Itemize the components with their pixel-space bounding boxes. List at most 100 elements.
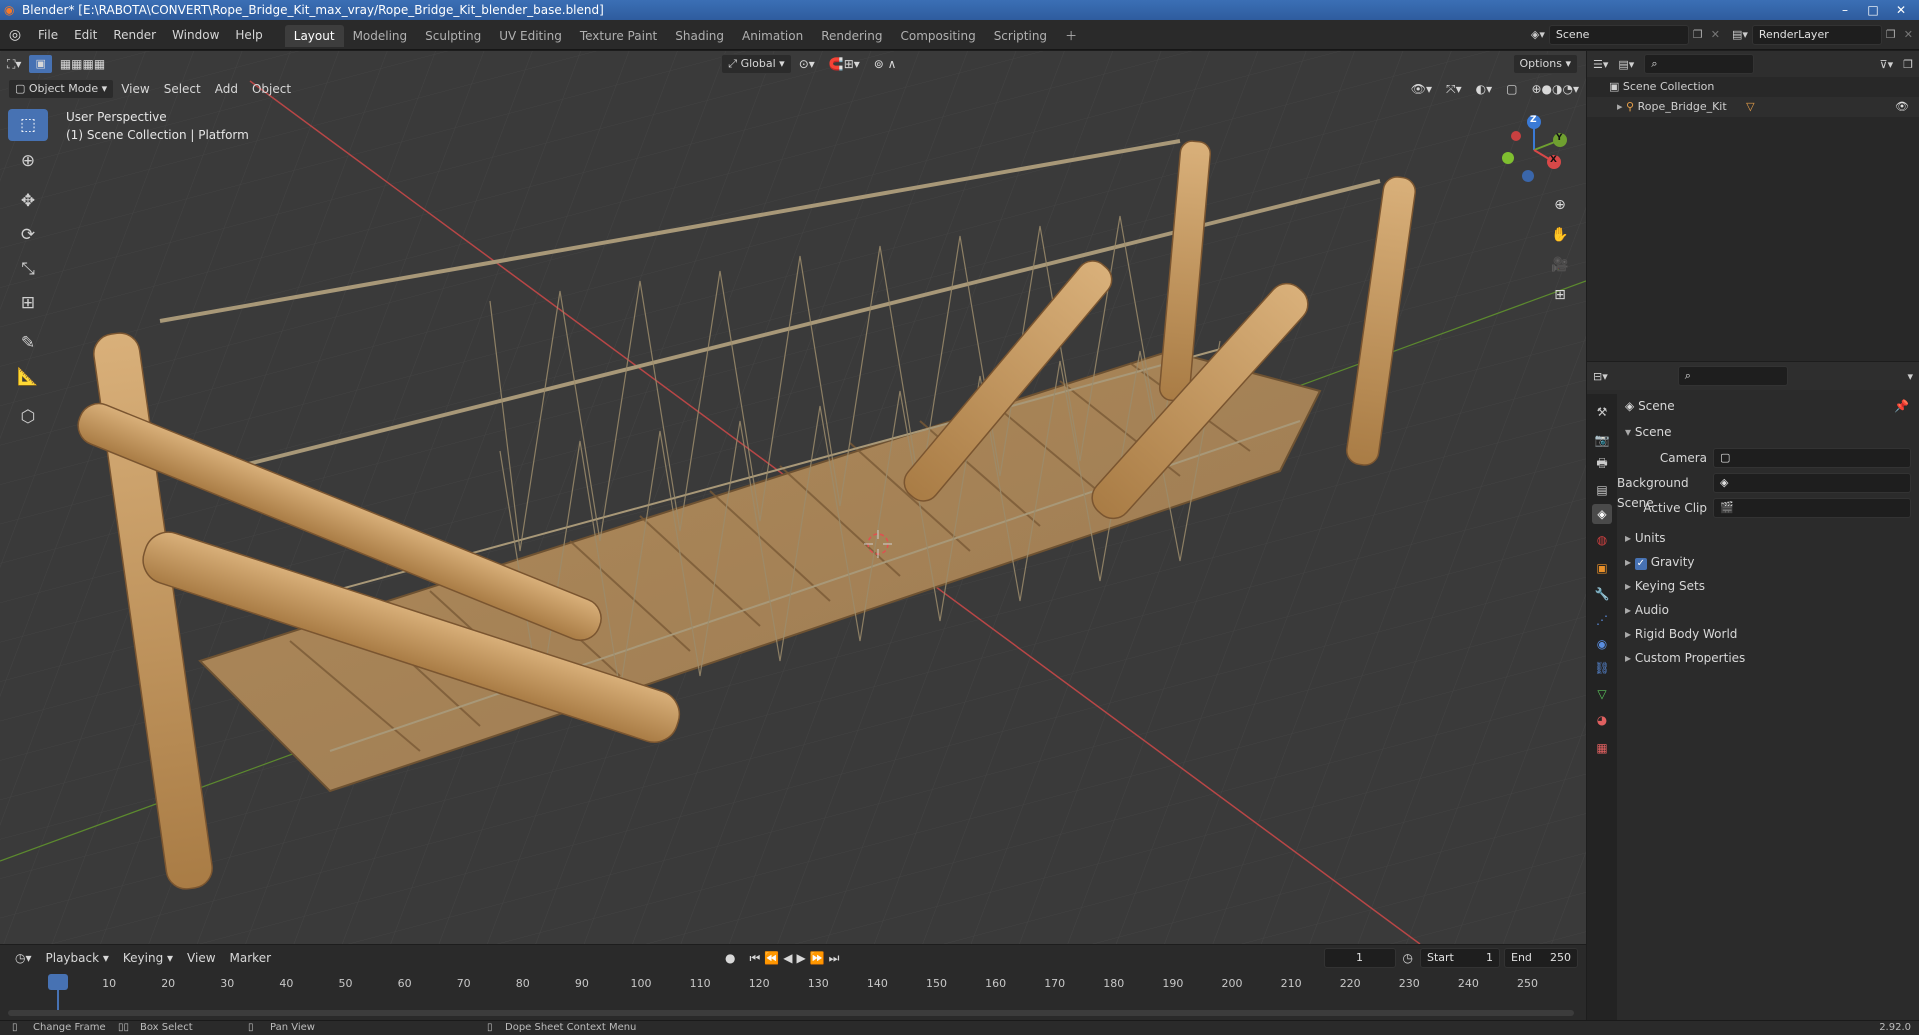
section-gravity[interactable]: ▸ ✓ Gravity [1617, 552, 1919, 572]
tab-uv-editing[interactable]: UV Editing [490, 25, 571, 47]
menu-window[interactable]: Window [164, 20, 227, 50]
renderlayer-browse-icon[interactable]: ▤▾ [1724, 28, 1752, 41]
section-rigid-body-world[interactable]: ▸ Rigid Body World [1617, 624, 1919, 644]
move-tool-icon[interactable]: ✥ [8, 185, 48, 217]
mode-dropdown[interactable]: ▢ Object Mode ▾ [8, 79, 115, 99]
outliner-row-scene-collection[interactable]: ▣ Scene Collection [1587, 77, 1919, 97]
annotate-tool-icon[interactable]: ✎ [8, 327, 48, 359]
blender-menu-icon[interactable]: ◎ [0, 27, 30, 43]
close-button[interactable]: ✕ [1887, 0, 1915, 20]
3d-viewport[interactable] [0, 51, 1586, 944]
shading-modes-icons[interactable]: ⊕●◑◔▾ [1525, 79, 1587, 99]
menu-render[interactable]: Render [105, 20, 164, 50]
menu-select[interactable]: Select [157, 79, 208, 99]
object-tab-icon[interactable]: ▣ [1592, 558, 1612, 578]
overlay-toggle-icon[interactable]: ◐▾ [1469, 79, 1500, 99]
display-mode-icon[interactable]: ▤▾ [1618, 58, 1634, 71]
menu-edit[interactable]: Edit [66, 20, 105, 50]
tab-modeling[interactable]: Modeling [344, 25, 417, 47]
timeline-scrollbar[interactable] [8, 1010, 1574, 1016]
menu-add[interactable]: Add [208, 79, 245, 99]
menu-file[interactable]: File [30, 20, 66, 50]
xray-icon[interactable]: ▢ [1499, 79, 1524, 99]
measure-tool-icon[interactable]: 📐 [8, 361, 48, 393]
rotate-tool-icon[interactable]: ⟳ [8, 219, 48, 251]
view-layer-tab-icon[interactable]: ▤ [1592, 480, 1612, 500]
add-workspace-icon[interactable]: ＋ [1056, 25, 1086, 47]
renderlayer-delete-icon[interactable]: ✕ [1900, 28, 1919, 41]
texture-tab-icon[interactable]: ▦ [1592, 738, 1612, 758]
properties-options-icon[interactable]: ▾ [1907, 370, 1913, 383]
tab-sculpting[interactable]: Sculpting [416, 25, 490, 47]
properties-editor-type-icon[interactable]: ⊟▾ [1593, 370, 1608, 383]
menu-view[interactable]: View [114, 79, 156, 99]
tab-texture-paint[interactable]: Texture Paint [571, 25, 666, 47]
playhead[interactable] [48, 974, 68, 990]
tab-shading[interactable]: Shading [666, 25, 733, 47]
tab-animation[interactable]: Animation [733, 25, 812, 47]
filter-icon[interactable]: ⊽▾ [1880, 58, 1894, 71]
expand-arrow-icon[interactable]: ▸ [1617, 100, 1623, 113]
renderlayer-field[interactable]: RenderLayer [1751, 24, 1882, 45]
outliner-editor-type-icon[interactable]: ☰▾ [1593, 58, 1608, 71]
properties-search-input[interactable]: ⌕ [1677, 366, 1788, 386]
particles-tab-icon[interactable]: ⋰ [1592, 610, 1612, 630]
tab-layout[interactable]: Layout [284, 24, 344, 47]
section-units[interactable]: ▸ Units [1617, 528, 1919, 548]
camera-view-icon[interactable]: 🎥 [1547, 252, 1573, 278]
section-custom-properties[interactable]: ▸ Custom Properties [1617, 648, 1919, 668]
selection-mode-icons[interactable]: ▦▦▦▦ [53, 54, 112, 74]
transform-tool-icon[interactable]: ⊞ [8, 287, 48, 319]
constraints-tab-icon[interactable]: ⛓ [1592, 658, 1612, 678]
pan-hand-icon[interactable]: ✋ [1547, 222, 1573, 248]
panel-header-scene[interactable]: ▾ Scene [1617, 422, 1919, 442]
frame-ruler[interactable]: 1102030405060708090100110120130140150160… [0, 945, 1586, 1020]
scene-new-icon[interactable]: ❐ [1689, 28, 1707, 41]
material-tab-icon[interactable]: ◕ [1592, 710, 1612, 730]
renderlayer-new-icon[interactable]: ❐ [1882, 28, 1900, 41]
scene-delete-icon[interactable]: ✕ [1707, 28, 1724, 41]
physics-tab-icon[interactable]: ◉ [1592, 634, 1612, 654]
scene-field[interactable]: Scene [1548, 24, 1689, 45]
outliner-search-input[interactable]: ⌕ [1644, 54, 1755, 74]
pivot-icon[interactable]: ⊙▾ [792, 54, 822, 74]
add-cube-tool-icon[interactable]: ⬡ [8, 401, 48, 433]
data-tab-icon[interactable]: ▽ [1592, 684, 1612, 704]
select-tool-icon[interactable]: ⬚ [8, 109, 48, 141]
pin-icon[interactable]: 📌 [1894, 396, 1909, 416]
scale-tool-icon[interactable]: ⤡ [8, 253, 48, 285]
maximize-button[interactable]: □ [1859, 0, 1887, 20]
section-keying-sets[interactable]: ▸ Keying Sets [1617, 576, 1919, 596]
menu-help[interactable]: Help [227, 20, 270, 50]
navigation-gizmo[interactable]: Z Y X [1494, 110, 1574, 190]
section-audio[interactable]: ▸ Audio [1617, 600, 1919, 620]
background-scene-field[interactable]: ◈ [1713, 473, 1911, 493]
menu-object[interactable]: Object [245, 79, 298, 99]
select-box-icon[interactable]: ▣ [28, 54, 53, 74]
transform-orientation-dropdown[interactable]: ⤢ Global ▾ [721, 54, 792, 74]
scene-browse-icon[interactable]: ◈▾ [1527, 28, 1549, 41]
new-collection-icon[interactable]: ❐ [1903, 58, 1913, 71]
gravity-checkbox[interactable]: ✓ [1634, 558, 1647, 570]
tab-scripting[interactable]: Scripting [985, 25, 1056, 47]
output-tab-icon[interactable]: 🖶 [1592, 454, 1612, 474]
scene-tab-icon[interactable]: ◈ [1592, 504, 1612, 524]
visibility-eye-icon[interactable]: 👁 [1895, 97, 1909, 117]
visibility-icon[interactable]: 👁▾ [1404, 79, 1439, 99]
cursor-tool-icon[interactable]: ⊕ [8, 145, 48, 177]
active-clip-field[interactable]: 🎬 [1713, 498, 1911, 518]
options-dropdown[interactable]: Options ▾ [1512, 54, 1578, 74]
zoom-icon[interactable]: ⊕ [1547, 192, 1573, 218]
modifier-tab-icon[interactable]: 🔧 [1592, 584, 1612, 604]
proportional-edit-icon[interactable]: ⊚ ∧ [867, 54, 904, 74]
ortho-toggle-icon[interactable]: ⊞ [1547, 282, 1573, 308]
minimize-button[interactable]: – [1831, 0, 1859, 20]
world-tab-icon[interactable]: ◍ [1592, 530, 1612, 550]
camera-field[interactable]: ▢ [1713, 448, 1911, 468]
gizmo-toggle-icon[interactable]: ⤧▾ [1439, 79, 1469, 99]
editor-type-icon[interactable]: ⛶▾ [0, 54, 28, 74]
tool-tab-icon[interactable]: ⚒ [1592, 402, 1612, 422]
render-tab-icon[interactable]: 📷 [1592, 430, 1612, 450]
tab-compositing[interactable]: Compositing [891, 25, 984, 47]
tab-rendering[interactable]: Rendering [812, 25, 891, 47]
